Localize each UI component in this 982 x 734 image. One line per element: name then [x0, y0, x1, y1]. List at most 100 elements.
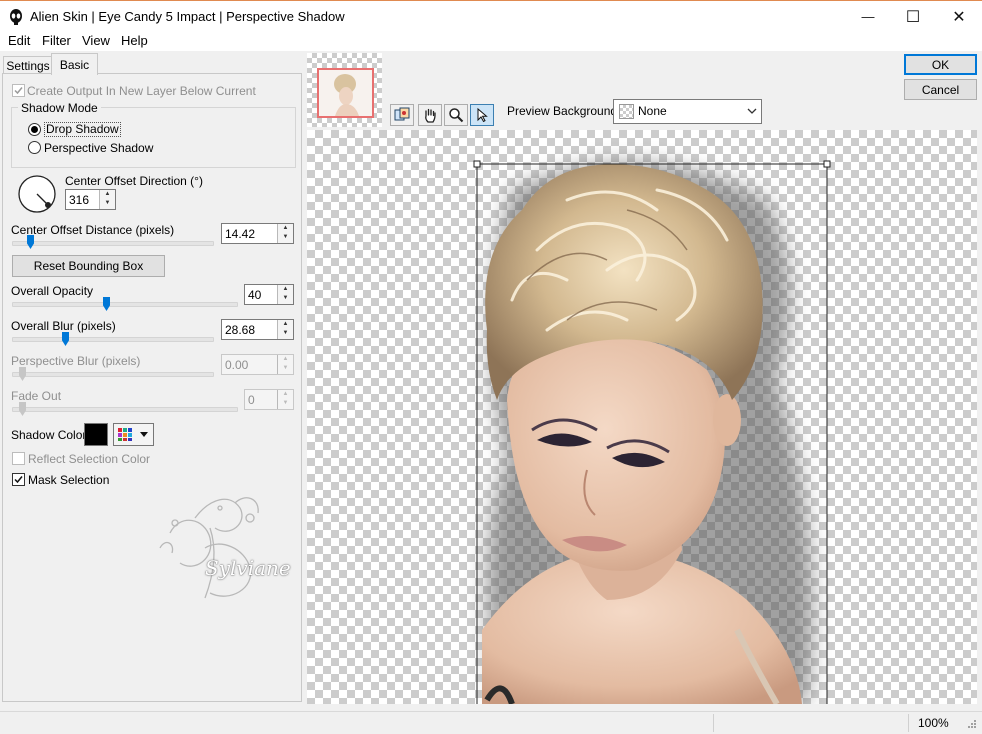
fade-out-track	[12, 407, 238, 412]
spin-up-icon[interactable]: ▲	[100, 190, 115, 199]
thumbnail-navigator[interactable]	[307, 53, 382, 127]
center-offset-direction-value: 316	[69, 193, 90, 207]
fade-out-value: 0	[248, 393, 255, 407]
color-picker-dropdown[interactable]	[113, 423, 154, 446]
tab-basic[interactable]: Basic	[51, 53, 98, 75]
direction-dial[interactable]	[17, 174, 57, 214]
hand-tool-button[interactable]	[418, 104, 442, 126]
menu-edit[interactable]: Edit	[8, 33, 30, 48]
color-grid-icon	[118, 428, 148, 441]
spin-up-icon[interactable]: ▲	[278, 224, 293, 233]
preview-background-value: None	[638, 104, 667, 118]
perspective-blur-label: Perspective Blur (pixels)	[11, 354, 141, 368]
alien-skin-app-icon	[9, 9, 23, 25]
zoom-level: 100%	[918, 716, 949, 730]
shadow-color-swatch[interactable]	[84, 423, 108, 446]
maximize-icon: ☐	[905, 8, 921, 26]
resize-grip-icon[interactable]	[965, 719, 977, 731]
shadow-color-label: Shadow Color	[11, 428, 87, 442]
center-offset-direction-spinner[interactable]: 316 ▲ ▼	[65, 189, 116, 210]
status-divider	[713, 714, 714, 732]
center-offset-direction-label: Center Offset Direction (°)	[65, 174, 203, 188]
minimize-button[interactable]: —	[845, 1, 891, 32]
spin-down-icon[interactable]: ▼	[278, 233, 293, 242]
spin-down-icon[interactable]: ▼	[278, 294, 293, 303]
zoom-tool-button[interactable]	[444, 104, 468, 126]
menu-view[interactable]: View	[82, 33, 110, 48]
menu-help[interactable]: Help	[121, 33, 148, 48]
spin-up-icon[interactable]: ▲	[278, 320, 293, 329]
overall-blur-track[interactable]	[12, 337, 214, 342]
drop-shadow-radio[interactable]	[28, 123, 41, 136]
overall-blur-spinner[interactable]: 28.68 ▲ ▼	[221, 319, 294, 340]
transparent-swatch-icon	[619, 104, 634, 119]
arrow-pointer-icon	[477, 107, 488, 123]
preview-compare-button[interactable]	[390, 104, 414, 126]
close-button[interactable]: ✕	[936, 1, 982, 32]
overall-blur-label: Overall Blur (pixels)	[11, 319, 116, 333]
chevron-down-icon	[747, 108, 757, 114]
perspective-shadow-radio[interactable]	[28, 141, 41, 154]
watermark-text: Sylviane	[205, 556, 291, 580]
pointer-tool-button[interactable]	[470, 104, 494, 126]
fade-out-spinner: 0 ▲ ▼	[244, 389, 294, 410]
perspective-blur-spinner: 0.00 ▲ ▼	[221, 354, 294, 375]
maximize-button[interactable]: ☐	[890, 1, 936, 32]
overall-opacity-spinner[interactable]: 40 ▲ ▼	[244, 284, 294, 305]
cancel-button[interactable]: Cancel	[904, 79, 977, 100]
preview-canvas[interactable]	[307, 130, 977, 704]
spin-down-icon[interactable]: ▼	[100, 199, 115, 208]
shadow-mode-label: Shadow Mode	[18, 101, 101, 115]
spin-down-icon: ▼	[282, 400, 289, 406]
center-offset-distance-label: Center Offset Distance (pixels)	[11, 223, 175, 237]
spin-down-icon[interactable]: ▼	[278, 329, 293, 338]
perspective-blur-track	[12, 372, 214, 377]
overall-opacity-label: Overall Opacity	[11, 284, 94, 298]
mask-selection-label: Mask Selection	[28, 473, 110, 487]
menu-bar: Edit Filter View Help	[0, 31, 982, 51]
watermark-logo: Sylviane	[150, 488, 300, 613]
reset-bounding-box-button[interactable]: Reset Bounding Box	[12, 255, 165, 277]
preview-background-select[interactable]: None	[613, 99, 762, 124]
tab-settings-label: Settings	[6, 59, 50, 73]
ok-label: OK	[931, 57, 950, 72]
perspective-shadow-label: Perspective Shadow	[44, 141, 154, 155]
center-offset-distance-track[interactable]	[12, 241, 214, 246]
thumbnail-viewport-frame[interactable]	[317, 68, 374, 118]
create-output-checkbox[interactable]	[12, 84, 25, 97]
menu-filter[interactable]: Filter	[42, 33, 71, 48]
spin-down-icon: ▼	[282, 365, 289, 371]
reflect-selection-color-label: Reflect Selection Color	[28, 452, 151, 466]
overall-blur-value: 28.68	[225, 323, 256, 337]
shadow-mode-group	[11, 107, 296, 168]
thumbnail-image	[319, 70, 372, 116]
hand-icon	[425, 108, 436, 123]
overall-opacity-track[interactable]	[12, 302, 238, 307]
center-offset-distance-value: 14.42	[225, 227, 256, 241]
mask-selection-checkbox[interactable]	[12, 473, 25, 486]
preview-image	[473, 160, 831, 704]
reflect-selection-color-checkbox	[12, 452, 25, 465]
close-icon: ✕	[952, 8, 966, 26]
check-icon	[14, 476, 23, 484]
compare-icon	[394, 107, 410, 121]
preview-background-label: Preview Background:	[507, 104, 621, 118]
spin-up-icon: ▲	[282, 356, 289, 362]
title-bar: Alien Skin | Eye Candy 5 Impact | Perspe…	[0, 0, 982, 32]
spin-up-icon[interactable]: ▲	[278, 285, 293, 294]
tab-basic-label: Basic	[59, 57, 90, 72]
create-output-label: Create Output In New Layer Below Current	[27, 84, 256, 98]
check-icon	[14, 87, 23, 95]
status-divider	[908, 714, 909, 732]
minimize-icon: —	[861, 9, 875, 24]
overall-opacity-value: 40	[248, 288, 262, 302]
magnifier-icon	[449, 108, 464, 123]
status-bar: 100%	[0, 711, 982, 734]
fade-out-label: Fade Out	[11, 389, 62, 403]
perspective-blur-value: 0.00	[225, 358, 249, 372]
cancel-label: Cancel	[921, 82, 960, 97]
ok-button[interactable]: OK	[904, 54, 977, 75]
window-title: Alien Skin | Eye Candy 5 Impact | Perspe…	[30, 9, 345, 24]
center-offset-distance-spinner[interactable]: 14.42 ▲ ▼	[221, 223, 294, 244]
drop-shadow-label: Drop Shadow	[44, 122, 121, 137]
